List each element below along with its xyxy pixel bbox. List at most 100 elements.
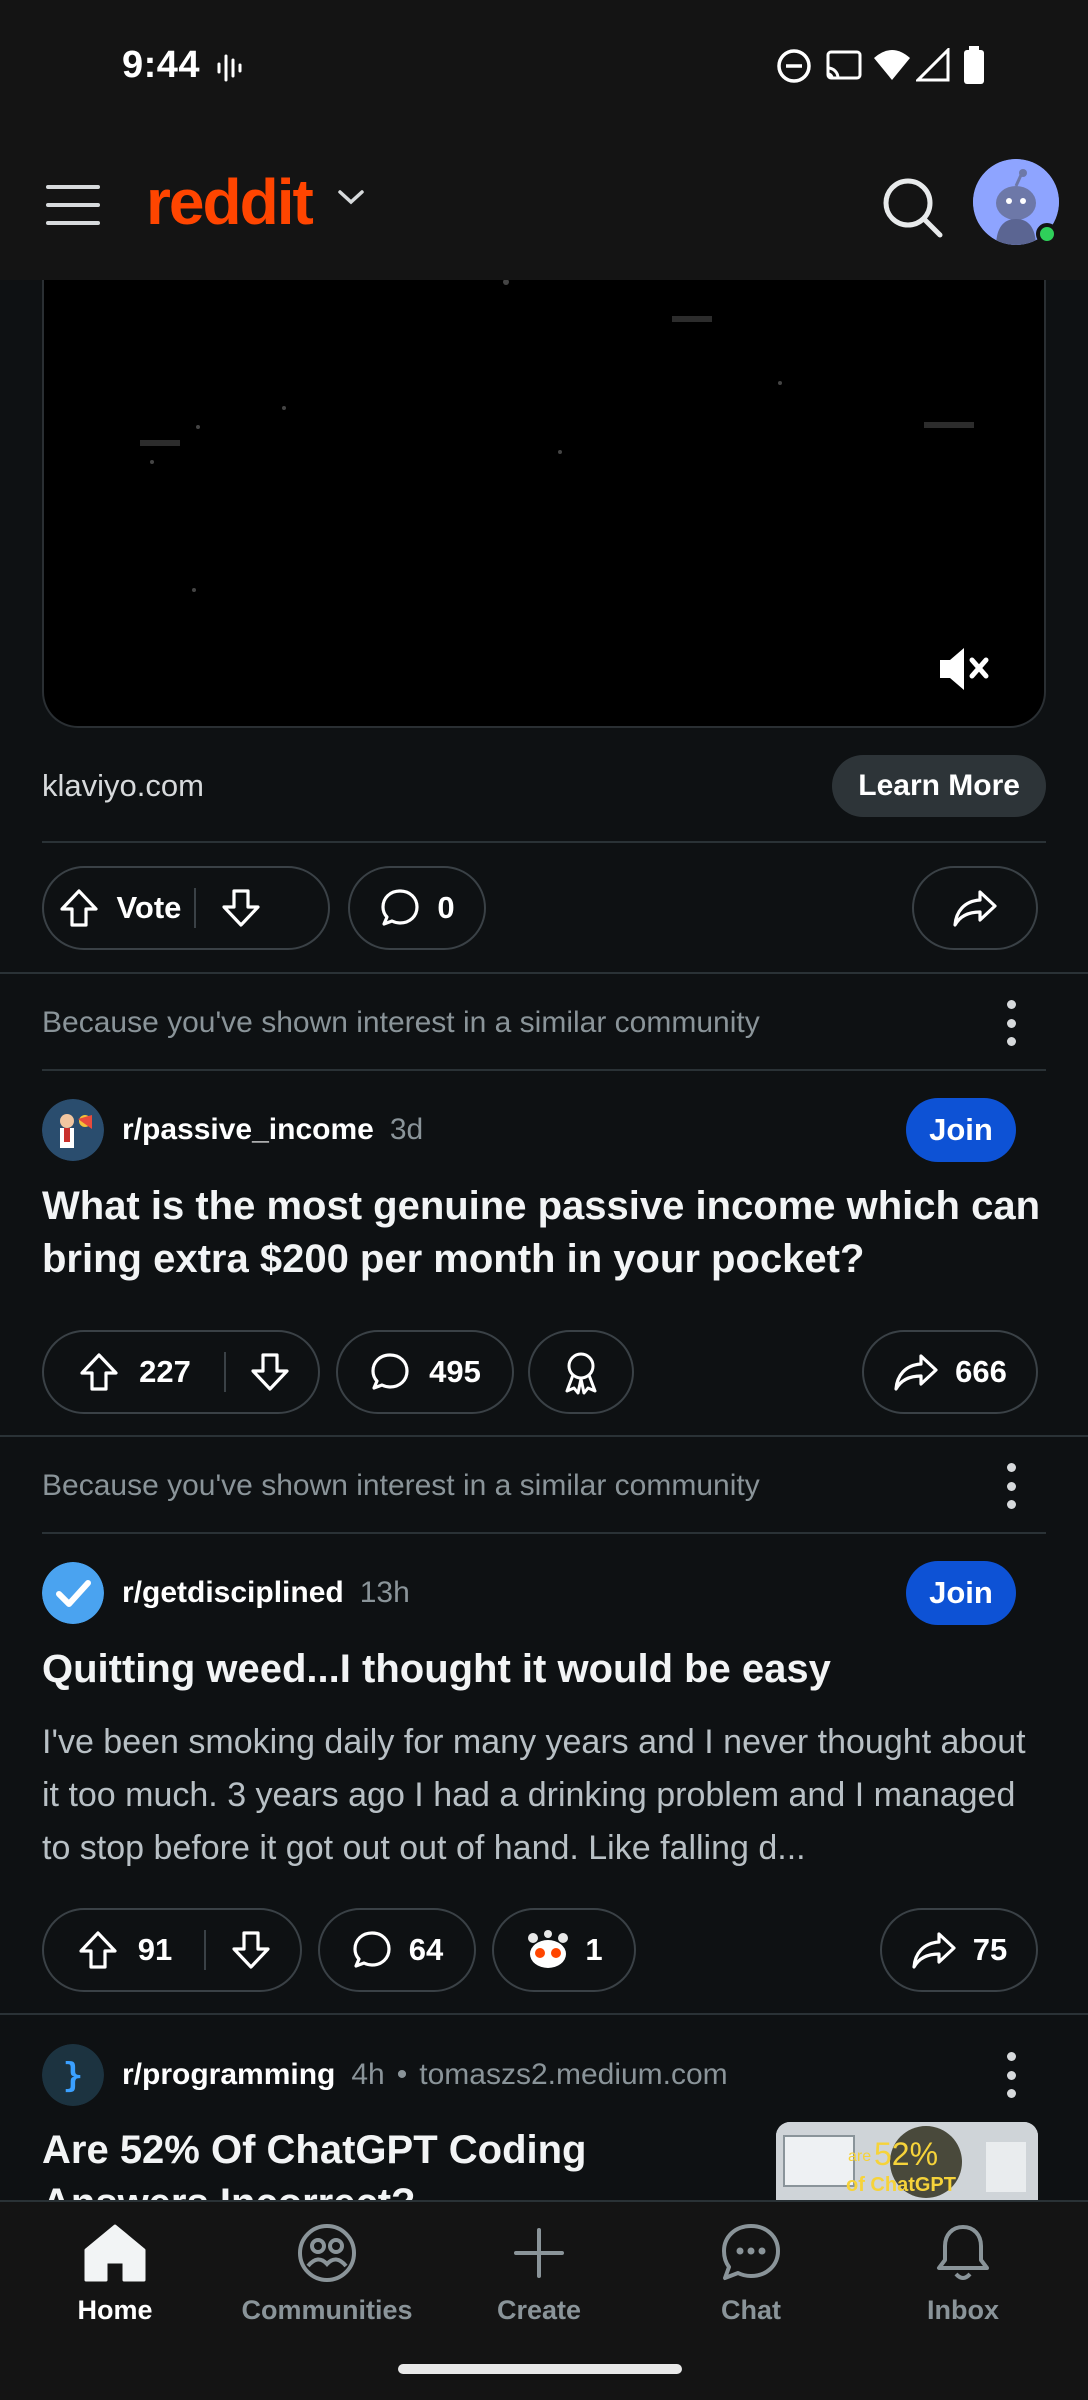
post-domain[interactable]: tomaszs2.medium.com bbox=[419, 2058, 727, 2092]
nav-create[interactable]: Create bbox=[449, 2222, 629, 2326]
video-frame bbox=[140, 279, 974, 592]
nav-communities[interactable]: Communities bbox=[237, 2222, 417, 2326]
post-community-row: r/getdisciplined 13h bbox=[42, 1562, 410, 1624]
do-not-disturb-icon bbox=[777, 49, 811, 83]
comment-icon bbox=[353, 1931, 391, 1968]
community-name[interactable]: r/passive_income bbox=[122, 1113, 374, 1147]
nav-inbox[interactable]: Inbox bbox=[873, 2222, 1053, 2326]
post-body[interactable]: I've been smoking daily for many years a… bbox=[42, 1716, 1042, 1875]
share-button[interactable] bbox=[912, 866, 1038, 950]
more-options-icon[interactable] bbox=[1000, 1000, 1022, 1046]
comment-count: 0 bbox=[437, 890, 455, 925]
ad-video[interactable] bbox=[42, 279, 1046, 728]
upvote-button[interactable]: 227 bbox=[44, 1332, 224, 1412]
chevron-down-icon[interactable] bbox=[336, 187, 366, 207]
post-age: 13h bbox=[359, 1576, 410, 1609]
downvote-button[interactable] bbox=[226, 1332, 314, 1412]
nav-chat[interactable]: Chat bbox=[661, 2222, 841, 2326]
menu-icon[interactable] bbox=[46, 185, 100, 225]
communities-icon bbox=[298, 2224, 356, 2282]
mute-icon[interactable] bbox=[936, 644, 990, 694]
share-icon bbox=[912, 1932, 956, 1969]
award-icon bbox=[565, 1352, 597, 1395]
comments-button[interactable]: 495 bbox=[336, 1330, 514, 1414]
share-count: 75 bbox=[972, 1932, 1008, 1967]
divider bbox=[42, 1069, 1046, 1071]
share-count: 666 bbox=[955, 1354, 1007, 1389]
nav-label: Inbox bbox=[927, 2295, 999, 2325]
join-button[interactable]: Join bbox=[906, 1098, 1016, 1162]
nav-home[interactable]: Home bbox=[25, 2222, 205, 2326]
post-age: 4h bbox=[351, 2058, 385, 2091]
nav-label: Create bbox=[496, 2295, 582, 2325]
snoo-award-icon bbox=[528, 1930, 569, 1968]
divider bbox=[0, 972, 1088, 974]
learn-more-button[interactable]: Learn More bbox=[832, 755, 1046, 817]
divider bbox=[0, 2013, 1088, 2015]
plus-icon bbox=[514, 2228, 564, 2278]
bell-icon bbox=[937, 2225, 989, 2280]
vote-count: 227 bbox=[139, 1354, 191, 1389]
status-bar: 9:44 bbox=[0, 0, 1088, 135]
post-thumbnail[interactable]: are 52% of ChatGPT bbox=[776, 2122, 1038, 2202]
comments-button[interactable]: 0 bbox=[348, 866, 486, 950]
upvote-button[interactable]: Vote bbox=[44, 868, 194, 948]
comment-icon bbox=[381, 889, 419, 926]
join-button[interactable]: Join bbox=[906, 1561, 1016, 1625]
nav-label: Chat bbox=[721, 2295, 781, 2325]
downvote-icon bbox=[251, 1353, 289, 1391]
post-title[interactable]: Are 52% Of ChatGPT Coding Answers Incorr… bbox=[42, 2124, 762, 2200]
vote-control: 227 bbox=[42, 1330, 320, 1414]
downvote-button[interactable] bbox=[206, 1910, 296, 1990]
share-button[interactable]: 75 bbox=[880, 1908, 1038, 1992]
downvote-button[interactable] bbox=[196, 868, 286, 948]
vote-control: Vote bbox=[42, 866, 330, 950]
home-indicator[interactable] bbox=[398, 2364, 682, 2374]
community-avatar[interactable] bbox=[42, 1562, 104, 1624]
thumb-text-are: are bbox=[848, 2148, 872, 2165]
award-button[interactable] bbox=[528, 1330, 634, 1414]
more-options-icon[interactable] bbox=[1000, 2052, 1022, 2098]
search-icon[interactable] bbox=[878, 173, 948, 243]
downvote-icon bbox=[222, 889, 260, 927]
recommendation-label: Because you've shown interest in a simil… bbox=[42, 1469, 760, 1502]
ad-domain[interactable]: klaviyo.com bbox=[42, 768, 204, 804]
voice-activity-icon bbox=[217, 54, 242, 82]
post-title[interactable]: Quitting weed...I thought it would be ea… bbox=[42, 1643, 1052, 1696]
community-name[interactable]: r/getdisciplined bbox=[122, 1576, 344, 1610]
comments-button[interactable]: 64 bbox=[318, 1908, 476, 1992]
post-title[interactable]: What is the most genuine passive income … bbox=[42, 1180, 1052, 1286]
divider bbox=[42, 841, 1046, 843]
comment-count: 495 bbox=[429, 1354, 481, 1389]
downvote-icon bbox=[232, 1931, 270, 1969]
battery-icon bbox=[964, 46, 984, 84]
share-icon bbox=[894, 1354, 938, 1391]
post-age: 3d bbox=[389, 1113, 424, 1146]
share-icon bbox=[953, 890, 997, 927]
community-avatar[interactable] bbox=[42, 1099, 104, 1161]
community-name[interactable]: r/programming bbox=[122, 2058, 335, 2092]
award-button[interactable]: 1 bbox=[492, 1908, 636, 1992]
post-community-row: r/passive_income 3d bbox=[42, 1099, 423, 1161]
nav-label: Home bbox=[77, 2295, 153, 2325]
comment-count: 64 bbox=[408, 1932, 444, 1967]
meta-separator: • bbox=[396, 2058, 408, 2091]
comment-icon bbox=[371, 1353, 409, 1390]
svg-text:}: } bbox=[63, 2056, 83, 2096]
upvote-button[interactable]: 91 bbox=[44, 1910, 204, 1990]
vote-label: Vote bbox=[116, 890, 182, 925]
share-button[interactable]: 666 bbox=[862, 1330, 1038, 1414]
nav-label: Communities bbox=[241, 2295, 413, 2325]
reddit-logo[interactable]: reddit bbox=[146, 165, 314, 239]
more-options-icon[interactable] bbox=[1000, 1463, 1022, 1509]
upvote-icon bbox=[80, 1353, 118, 1391]
status-time: 9:44 bbox=[122, 44, 201, 86]
app-bar: reddit bbox=[0, 135, 1088, 280]
community-avatar[interactable]: } bbox=[42, 2044, 104, 2106]
recommendation-label: Because you've shown interest in a simil… bbox=[42, 1006, 760, 1039]
signal-icon bbox=[916, 48, 950, 82]
home-icon bbox=[84, 2224, 146, 2282]
chat-icon bbox=[722, 2224, 780, 2280]
upvote-icon bbox=[79, 1931, 117, 1969]
vote-control: 91 bbox=[42, 1908, 302, 1992]
